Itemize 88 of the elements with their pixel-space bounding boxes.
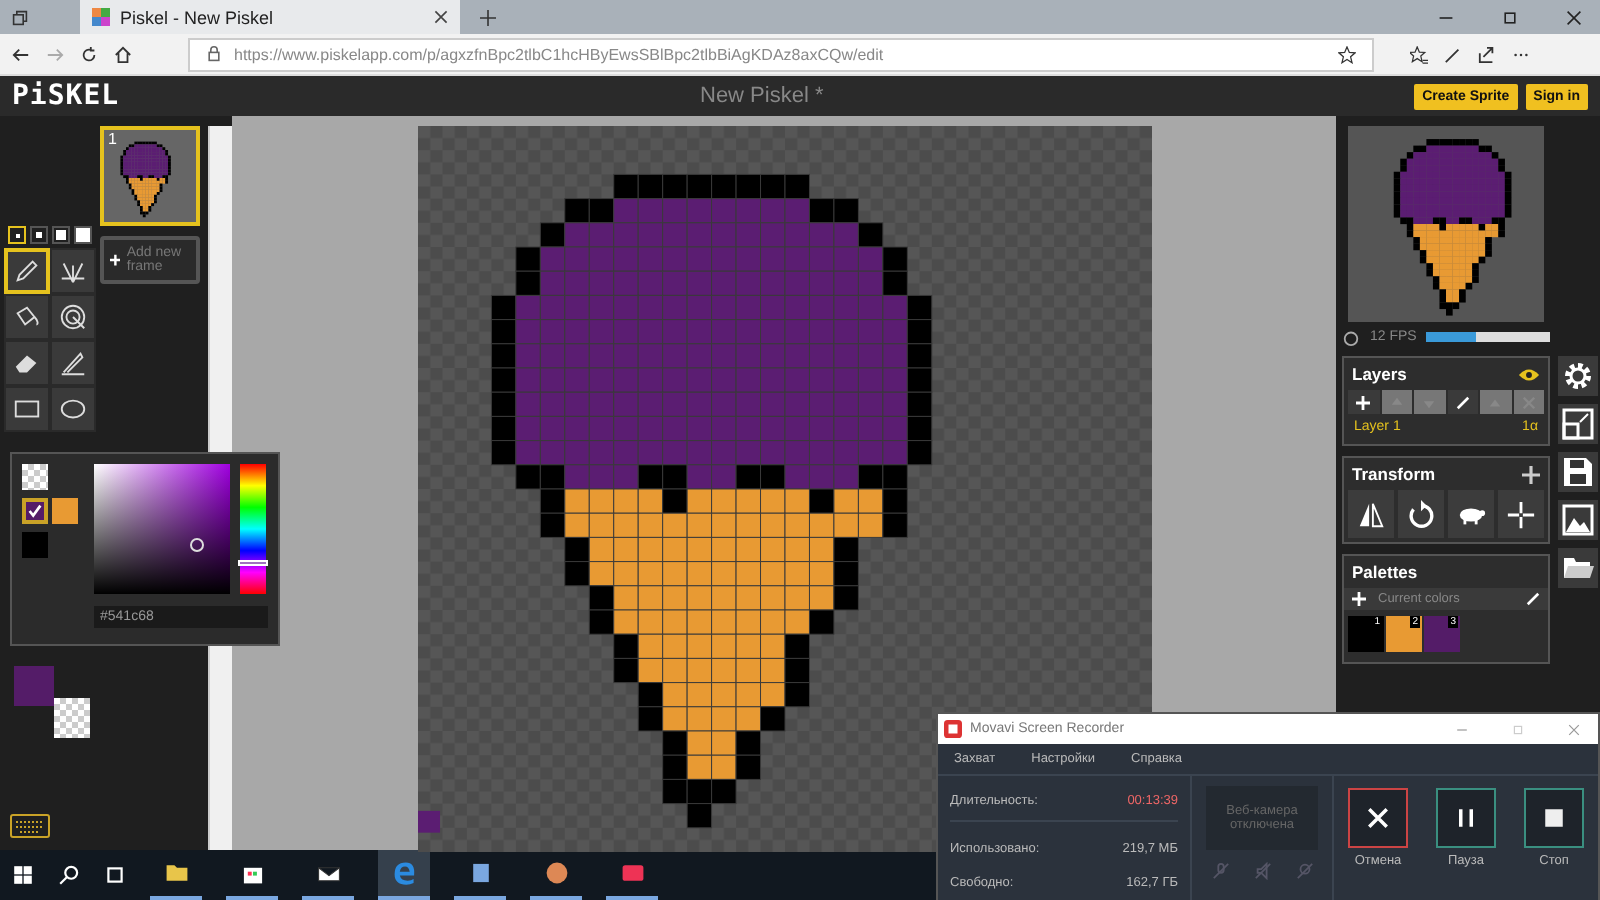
tab-title: Piskel - New Piskel <box>120 7 276 27</box>
tool-button[interactable] <box>50 248 96 294</box>
tab-actions-icon[interactable] <box>12 9 28 25</box>
pencil-icon <box>1455 395 1470 409</box>
cancel-icon <box>1364 804 1392 832</box>
plus-icon[interactable] <box>1522 465 1540 483</box>
plus-icon <box>1356 395 1371 409</box>
tool-button[interactable] <box>50 340 96 386</box>
tool-button[interactable] <box>4 386 50 432</box>
onion-icon[interactable] <box>1342 328 1360 346</box>
star-icon[interactable] <box>1338 45 1356 63</box>
browser-icon <box>391 860 417 886</box>
recorder-button[interactable] <box>1436 788 1496 848</box>
magic-tool-icon <box>58 302 88 332</box>
app-logo: PiSKEL <box>12 80 122 112</box>
pen-icon[interactable] <box>1444 45 1462 63</box>
plus-icon <box>110 252 121 268</box>
share-icon[interactable] <box>1478 45 1496 63</box>
primary-color-swatch[interactable] <box>14 666 54 706</box>
move-up-button[interactable] <box>1381 390 1412 414</box>
palette-icon <box>543 860 569 886</box>
crosshair-icon <box>1506 499 1536 529</box>
color-swatch[interactable] <box>22 498 48 524</box>
color-swatch[interactable] <box>22 532 48 558</box>
pen-size-option[interactable] <box>74 226 92 244</box>
browser-tab[interactable]: Piskel - New Piskel <box>80 0 460 34</box>
search-icon[interactable] <box>58 864 80 886</box>
edit-layer-button[interactable] <box>1447 390 1478 414</box>
pen-size-option[interactable] <box>8 226 26 244</box>
resize-icon[interactable] <box>1558 404 1598 444</box>
checkmark-icon <box>26 502 44 520</box>
fps-slider[interactable] <box>1426 332 1550 342</box>
eye-icon[interactable] <box>1518 365 1540 383</box>
rotate-icon <box>1406 499 1436 529</box>
recorder-button[interactable] <box>1348 788 1408 848</box>
tool-button[interactable] <box>4 294 50 340</box>
task-view-icon[interactable] <box>104 864 126 886</box>
panel-title: Palettes <box>1352 562 1418 582</box>
favorites-icon[interactable] <box>1410 45 1428 63</box>
image-icon[interactable] <box>1558 500 1598 540</box>
recorder-button[interactable] <box>1524 788 1584 848</box>
folder-icon[interactable] <box>1558 548 1598 588</box>
save-icon[interactable] <box>1558 452 1598 492</box>
restore-icon[interactable] <box>1502 9 1518 25</box>
keyboard-icon[interactable] <box>10 814 50 838</box>
color-swatch[interactable] <box>52 498 78 524</box>
stray-pixel <box>417 810 439 833</box>
stop-icon <box>1540 804 1568 832</box>
align-button[interactable] <box>1498 490 1544 538</box>
secondary-color-swatch[interactable] <box>54 698 90 738</box>
delete-layer-button[interactable] <box>1513 390 1544 414</box>
hue-slider[interactable] <box>240 464 266 594</box>
tool-button[interactable] <box>50 294 96 340</box>
new-tab-icon[interactable] <box>480 9 496 25</box>
pen-size-option[interactable] <box>52 226 70 244</box>
close-icon[interactable] <box>1566 9 1582 25</box>
settings-icon[interactable] <box>1558 356 1598 396</box>
transparent-swatch[interactable] <box>22 464 48 490</box>
start-icon[interactable] <box>12 864 34 886</box>
rotate-button[interactable] <box>1398 490 1444 538</box>
clone-button[interactable] <box>1448 490 1494 538</box>
frame-number: 1 <box>108 130 117 148</box>
folder-icon <box>163 860 189 886</box>
recorder-icon <box>619 860 645 886</box>
panel-title: Layers <box>1352 364 1407 384</box>
flip-icon <box>1356 499 1386 529</box>
close-icon[interactable] <box>434 10 448 24</box>
lock-icon <box>206 46 222 62</box>
grid-icon <box>92 8 110 26</box>
frame-thumbnail[interactable]: 1 <box>100 126 200 226</box>
saturation-value-field[interactable] <box>94 464 230 594</box>
flip-button[interactable] <box>1348 490 1394 538</box>
document-icon <box>467 860 493 886</box>
panel-title: Transform <box>1352 464 1436 484</box>
stroke-tool-icon <box>58 348 88 378</box>
home-icon[interactable] <box>114 45 132 63</box>
tool-button[interactable] <box>50 386 96 432</box>
pencil-icon[interactable] <box>1526 592 1540 606</box>
tool-button[interactable] <box>4 340 50 386</box>
pen-tool-icon <box>12 256 42 286</box>
document-title: New Piskel * <box>700 84 826 108</box>
refresh-icon[interactable] <box>80 45 98 63</box>
add-layer-button[interactable] <box>1348 390 1379 414</box>
pen-size-option[interactable] <box>30 226 48 244</box>
back-icon[interactable] <box>12 45 30 63</box>
address-field[interactable]: https://www.piskelapp.com/p/agxzfnBpc2tlbC1hcHByEwsSBlBpc2tlbBiAgKDAz8axCQw/edit <box>188 37 1374 71</box>
ellipse-tool-icon <box>58 394 88 424</box>
recorder-app-icon <box>944 720 962 738</box>
